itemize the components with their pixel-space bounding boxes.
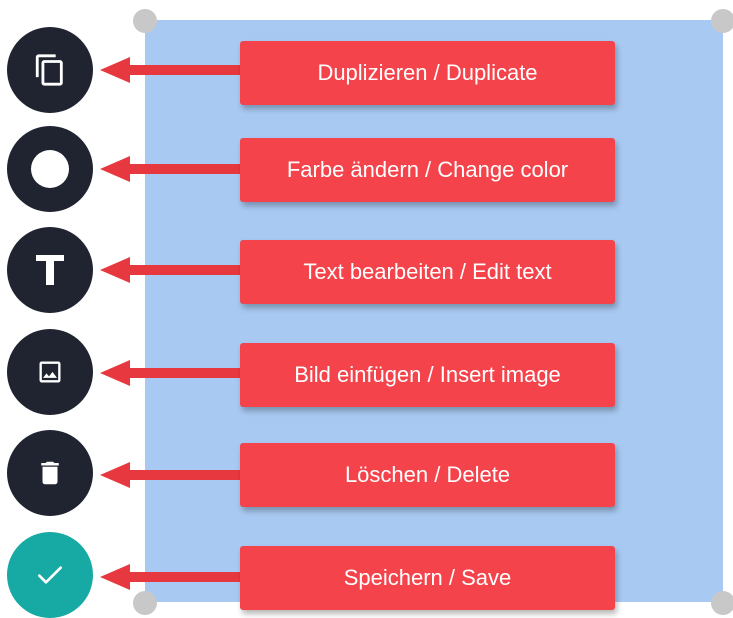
callout-edit-text: Text bearbeiten / Edit text bbox=[240, 240, 615, 304]
callout-delete: Löschen / Delete bbox=[240, 443, 615, 507]
callout-save: Speichern / Save bbox=[240, 546, 615, 610]
arrow-change-color bbox=[100, 156, 250, 182]
save-button[interactable] bbox=[7, 532, 93, 618]
text-t-icon bbox=[36, 255, 64, 285]
arrow-duplicate bbox=[100, 57, 250, 83]
callout-duplicate: Duplizieren / Duplicate bbox=[240, 41, 615, 105]
callout-duplicate-label: Duplizieren / Duplicate bbox=[317, 60, 538, 85]
callout-save-label: Speichern / Save bbox=[343, 565, 512, 590]
delete-button[interactable] bbox=[7, 430, 93, 516]
image-icon bbox=[39, 361, 61, 383]
selected-element-panel[interactable] bbox=[145, 20, 723, 602]
duplicate-button[interactable] bbox=[7, 27, 93, 113]
resize-handle-bottom-left[interactable] bbox=[133, 591, 157, 615]
arrow-save bbox=[100, 564, 250, 590]
arrow-insert-image bbox=[100, 360, 250, 386]
callout-delete-label: Löschen / Delete bbox=[344, 462, 511, 487]
insert-image-button[interactable] bbox=[7, 329, 93, 415]
editor-canvas: Duplizieren / Duplicate Farbe ändern / C… bbox=[0, 0, 733, 618]
checkmark-icon bbox=[38, 566, 62, 584]
resize-handle-bottom-right[interactable] bbox=[711, 591, 733, 615]
resize-handle-top-left[interactable] bbox=[133, 9, 157, 33]
callout-change-color-label: Farbe ändern / Change color bbox=[286, 157, 569, 182]
resize-handle-top-right[interactable] bbox=[711, 9, 733, 33]
trash-icon bbox=[41, 461, 59, 485]
duplicate-icon bbox=[35, 54, 63, 86]
callout-change-color: Farbe ändern / Change color bbox=[240, 138, 615, 202]
callout-edit-text-label: Text bearbeiten / Edit text bbox=[303, 259, 552, 284]
circle-color-icon bbox=[31, 150, 69, 188]
change-color-button[interactable] bbox=[7, 126, 93, 212]
edit-text-button[interactable] bbox=[7, 227, 93, 313]
callout-insert-image: Bild einfügen / Insert image bbox=[240, 343, 615, 407]
callout-insert-image-label: Bild einfügen / Insert image bbox=[294, 362, 561, 387]
arrow-delete bbox=[100, 462, 250, 488]
arrow-edit-text bbox=[100, 257, 250, 283]
